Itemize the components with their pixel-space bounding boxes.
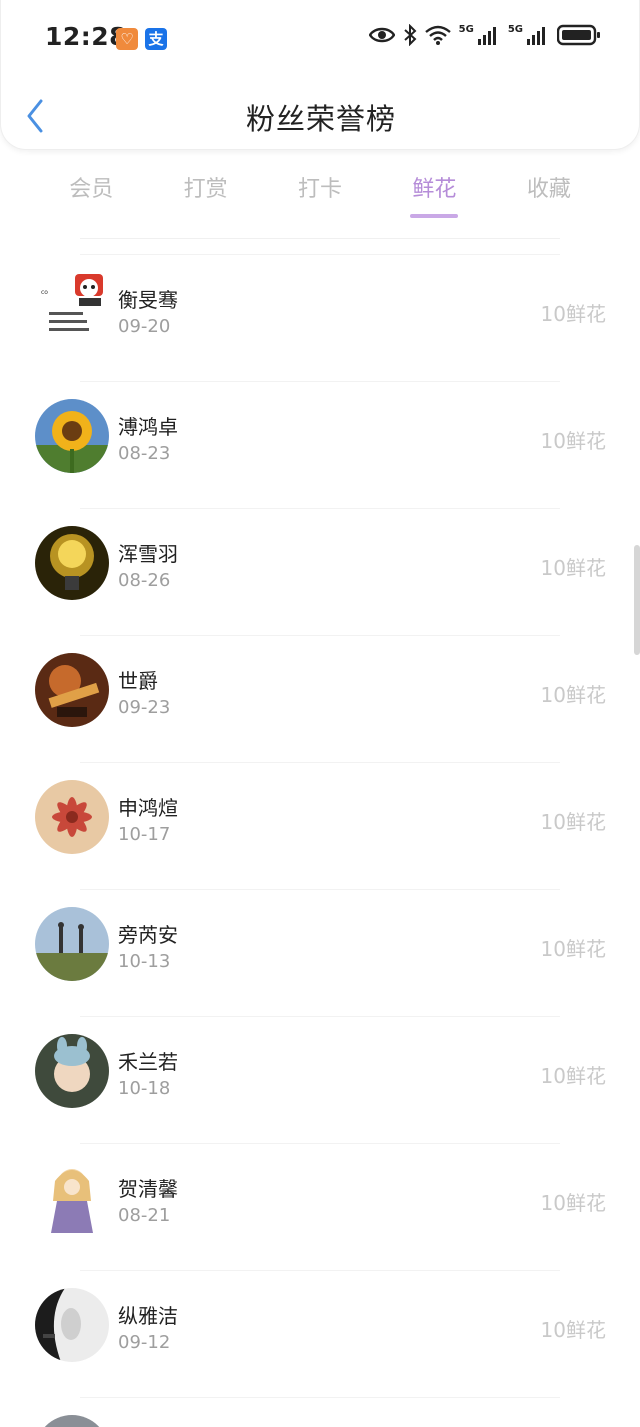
flower-count: 10鲜花	[540, 556, 606, 580]
divider	[80, 762, 560, 763]
list-item[interactable]: co 衡旻骞 09-20 10鲜花	[0, 254, 640, 381]
tab-favorites[interactable]: 收藏	[492, 165, 606, 220]
flower-count: 10鲜花	[540, 683, 606, 707]
avatar	[35, 1288, 109, 1362]
fan-date: 09-23	[118, 697, 171, 718]
fan-date: 09-20	[118, 316, 171, 337]
network-5g-label-2: 5G	[507, 24, 523, 35]
fan-date: 08-21	[118, 1205, 171, 1226]
flower-count: 10鲜花	[540, 1191, 606, 1215]
avatar	[35, 1034, 109, 1108]
divider	[80, 1016, 560, 1017]
list-item[interactable]: 溥鸿卓 08-23 10鲜花	[0, 381, 640, 508]
fan-name: 溥鸿卓	[118, 415, 178, 439]
fan-date: 09-12	[118, 1332, 171, 1353]
status-time: 12:28	[45, 22, 128, 51]
status-bar: 12:28 ♡ 支 5G 5G	[1, 0, 640, 78]
tab-checkin[interactable]: 打卡	[263, 165, 377, 220]
list-item[interactable]: 旁芮安 10-13 10鲜花	[0, 889, 640, 1016]
wifi-icon	[424, 25, 451, 45]
tab-flowers[interactable]: 鲜花	[377, 165, 491, 220]
divider	[80, 1270, 560, 1271]
scrollbar[interactable]	[634, 545, 640, 655]
eye-icon	[368, 27, 395, 43]
fan-list: co 衡旻骞 09-20 10鲜花 溥鸿卓 08-23 10鲜花 浑雪羽 08-…	[0, 254, 640, 1427]
divider	[80, 381, 560, 382]
flower-count: 10鲜花	[540, 1064, 606, 1088]
fan-name: 禾兰若	[118, 1050, 178, 1074]
flower-count: 10鲜花	[540, 429, 606, 453]
signal-icon-2	[527, 27, 545, 45]
avatar: co	[35, 272, 109, 346]
divider	[80, 889, 560, 890]
fan-name: 纵雅洁	[118, 1304, 178, 1328]
fan-name: 世爵	[118, 669, 158, 693]
signal-icon	[477, 27, 496, 45]
avatar	[35, 1161, 109, 1235]
avatar	[35, 399, 109, 473]
fan-date: 08-26	[118, 570, 171, 591]
fan-name: 浑雪羽	[118, 542, 178, 566]
divider	[80, 635, 560, 636]
page-title: 粉丝荣誉榜	[245, 102, 396, 136]
fan-date: 10-13	[118, 951, 171, 972]
flower-count: 10鲜花	[540, 302, 606, 326]
svg-text:co: co	[41, 289, 48, 296]
avatar	[35, 526, 109, 600]
fan-name: 旁芮安	[118, 923, 178, 947]
divider	[80, 254, 560, 255]
avatar	[35, 780, 109, 854]
app-notification-icon: ♡	[116, 28, 138, 50]
divider	[80, 1397, 560, 1398]
fan-date: 08-23	[118, 443, 171, 464]
tab-tips[interactable]: 打赏	[148, 165, 262, 220]
divider	[80, 508, 560, 509]
fan-name: 贺清馨	[118, 1177, 178, 1201]
avatar	[35, 1415, 109, 1427]
list-item[interactable]: 世爵 09-23 10鲜花	[0, 635, 640, 762]
header-card: 12:28 ♡ 支 5G 5G 粉丝荣誉榜	[0, 0, 640, 150]
list-item[interactable]: 贺清馨 08-21 10鲜花	[0, 1143, 640, 1270]
battery-icon	[557, 24, 600, 46]
network-5g-label: 5G	[458, 24, 474, 35]
list-item[interactable]: 纵雅洁 09-12 10鲜花	[0, 1270, 640, 1397]
fan-date: 10-17	[118, 824, 171, 845]
list-item[interactable]: 申鸿煊 10-17 10鲜花	[0, 762, 640, 889]
bluetooth-icon	[403, 24, 417, 46]
list-item-partial[interactable]	[0, 1397, 640, 1427]
list-item[interactable]: 浑雪羽 08-26 10鲜花	[0, 508, 640, 635]
flower-count: 10鲜花	[540, 1318, 606, 1342]
fan-name: 衡旻骞	[118, 288, 178, 312]
divider	[80, 1143, 560, 1144]
flower-count: 10鲜花	[540, 937, 606, 961]
fan-name: 申鸿煊	[118, 796, 178, 820]
alipay-notification-icon: 支	[145, 28, 167, 50]
tab-membership[interactable]: 会员	[34, 165, 148, 220]
divider	[80, 238, 560, 239]
tab-bar: 会员 打赏 打卡 鲜花 收藏	[34, 165, 606, 220]
flower-count: 10鲜花	[540, 810, 606, 834]
fan-date: 10-18	[118, 1078, 171, 1099]
avatar	[35, 653, 109, 727]
avatar	[35, 907, 109, 981]
status-icons: 5G 5G	[368, 24, 601, 46]
list-item[interactable]: 禾兰若 10-18 10鲜花	[0, 1016, 640, 1143]
